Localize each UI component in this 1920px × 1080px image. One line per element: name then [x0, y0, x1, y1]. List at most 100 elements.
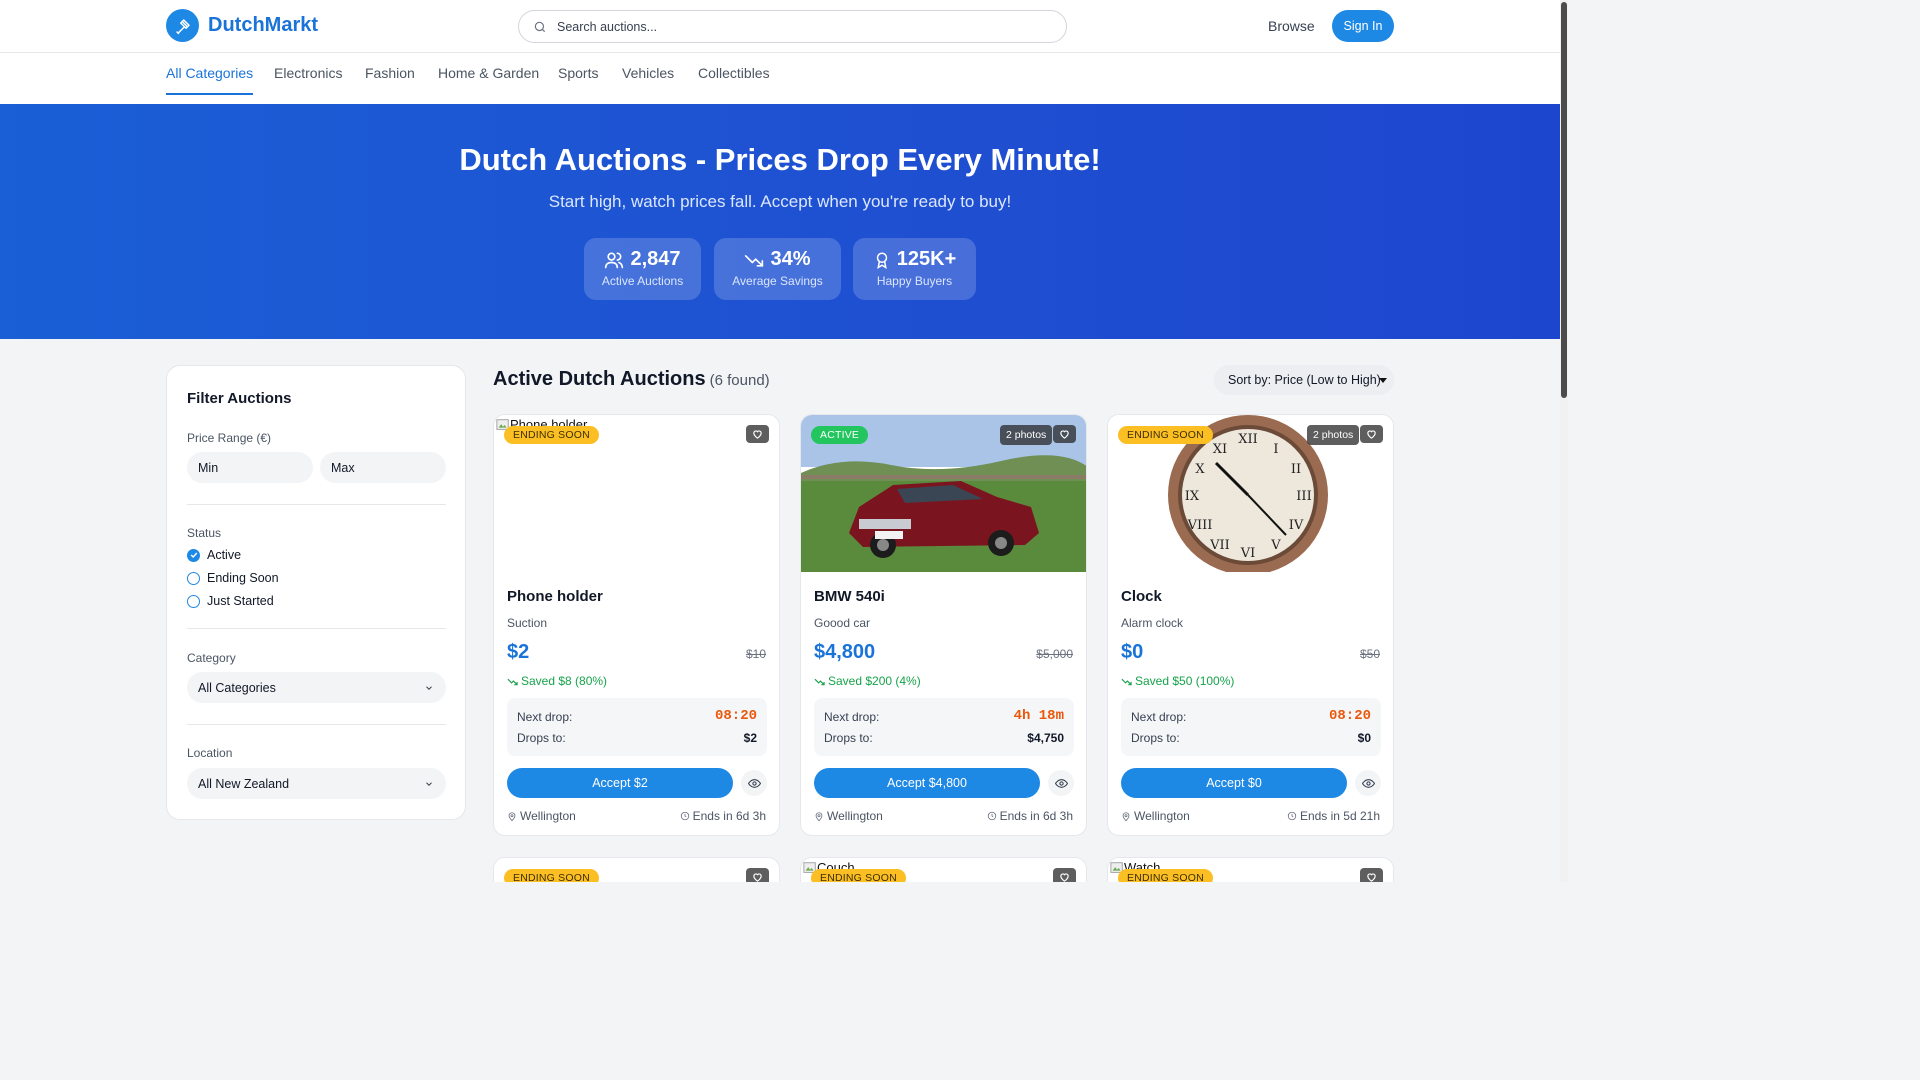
caret-down-icon	[1379, 378, 1387, 383]
clock-icon	[680, 811, 689, 821]
countdown-timer: 08:20	[714, 708, 757, 724]
status-just-started-option[interactable]: Just Started	[187, 594, 274, 608]
stat-average-savings: 34% Average Savings	[714, 238, 841, 300]
watch-button[interactable]	[1048, 770, 1074, 796]
auction-location: Wellington	[1121, 809, 1190, 823]
tab-vehicles[interactable]: Vehicles	[622, 65, 674, 93]
stat-happy-buyers: 125K+ Happy Buyers	[853, 238, 976, 300]
filter-panel: Filter Auctions Price Range (€) Status A…	[166, 365, 466, 820]
savings-text: Saved $200 (4%)	[814, 674, 921, 688]
browse-link[interactable]: Browse	[1268, 18, 1315, 34]
favorite-button[interactable]	[746, 425, 769, 443]
status-badge: ENDING SOON	[811, 869, 906, 882]
svg-text:XI: XI	[1213, 442, 1227, 457]
top-header: DutchMarkt Browse Sign In	[0, 0, 1560, 53]
svg-text:V: V	[1270, 538, 1281, 553]
location-select[interactable]: All New Zealand	[187, 768, 446, 799]
auction-image[interactable]: XII VI IX III I II IV V VII VIII X XI ENDING SOON…	[1108, 415, 1393, 572]
heart-icon	[1060, 873, 1069, 882]
svg-text:I: I	[1273, 442, 1278, 457]
stat-value: 2,847	[630, 248, 681, 270]
checked-radio-icon	[187, 548, 200, 562]
countdown-timer: 08:20	[1328, 708, 1371, 724]
auction-end-time: Ends in 6d 3h	[680, 809, 766, 823]
price-max-input[interactable]	[320, 452, 446, 483]
next-drop-label: Next drop:	[1131, 710, 1187, 724]
location-value: All New Zealand	[198, 776, 290, 791]
category-select[interactable]: All Categories	[187, 672, 446, 703]
accept-price-button[interactable]: Accept $0	[1121, 768, 1347, 798]
auction-card[interactable]: Couch ENDING SOON	[800, 857, 1087, 882]
search-bar[interactable]	[518, 10, 1067, 43]
map-pin-icon	[815, 811, 823, 821]
tab-all-categories[interactable]: All Categories	[166, 65, 254, 95]
auction-title[interactable]: Clock	[1121, 588, 1162, 605]
gavel-icon	[166, 9, 199, 42]
favorite-button[interactable]	[1360, 868, 1383, 882]
current-price: $4,800	[814, 641, 876, 663]
auction-description: Goood car	[814, 616, 871, 630]
svg-text:VII: VII	[1209, 538, 1230, 553]
current-price: $2	[507, 641, 530, 663]
svg-text:XII: XII	[1238, 432, 1258, 447]
watch-button[interactable]	[1355, 770, 1381, 796]
sign-in-button[interactable]: Sign In	[1332, 10, 1394, 42]
search-input[interactable]	[557, 19, 1037, 34]
hero-subtitle: Start high, watch prices fall. Accept wh…	[548, 192, 1012, 211]
original-price: $5,000	[1036, 647, 1073, 661]
auction-image[interactable]: Phone holder ENDING SOON	[494, 415, 779, 572]
price-min-input[interactable]	[187, 452, 313, 483]
watch-button[interactable]	[741, 770, 767, 796]
accept-price-button[interactable]: Accept $2	[507, 768, 733, 798]
heart-icon	[753, 873, 762, 882]
auction-image[interactable]: Couch ENDING SOON	[801, 858, 1086, 882]
page-scrollbar[interactable]	[1560, 0, 1568, 882]
tab-electronics[interactable]: Electronics	[274, 65, 342, 93]
sort-select[interactable]: Sort by: Price (Low to High)	[1214, 365, 1394, 395]
result-count: (6 found)	[709, 372, 770, 389]
svg-text:VI: VI	[1240, 546, 1256, 561]
favorite-button[interactable]	[1360, 425, 1383, 443]
category-nav: All Categories Electronics Fashion Home …	[0, 53, 1560, 104]
savings-text: Saved $8 (80%)	[507, 674, 607, 688]
auction-title[interactable]: BMW 540i	[814, 588, 885, 605]
tab-fashion[interactable]: Fashion	[365, 65, 415, 93]
auction-card[interactable]: ACTIVE 2 photos BMW 540i Goood car $4,80…	[800, 414, 1087, 836]
auction-image[interactable]: ACTIVE 2 photos	[801, 415, 1086, 572]
brand-logo[interactable]: DutchMarkt	[166, 9, 318, 42]
accept-price-button[interactable]: Accept $4,800	[814, 768, 1040, 798]
tab-collectibles[interactable]: Collectibles	[698, 65, 770, 93]
favorite-button[interactable]	[1053, 868, 1076, 882]
tab-sports[interactable]: Sports	[558, 65, 598, 93]
auction-image[interactable]: Watch ENDING SOON	[1108, 858, 1393, 882]
scrollbar-thumb[interactable]	[1561, 2, 1567, 398]
heart-icon	[1367, 430, 1376, 439]
chevron-down-icon	[426, 686, 432, 690]
auction-image[interactable]: ENDING SOON	[494, 858, 779, 882]
location-label: Location	[187, 746, 233, 760]
status-badge: ENDING SOON	[1118, 426, 1213, 444]
tab-home-garden[interactable]: Home & Garden	[438, 65, 539, 93]
auction-card[interactable]: Phone holder ENDING SOON Phone holder Su…	[493, 414, 780, 836]
eye-icon	[747, 778, 761, 788]
status-active-option[interactable]: Active	[187, 548, 241, 562]
auction-card[interactable]: ENDING SOON	[493, 857, 780, 882]
drops-to-price: $4,750	[1027, 731, 1064, 745]
stat-value: 34%	[770, 248, 811, 270]
price-range-label: Price Range (€)	[187, 431, 272, 445]
favorite-button[interactable]	[746, 868, 769, 882]
photo-count: 2 photos	[1307, 425, 1360, 445]
auction-title[interactable]: Phone holder	[507, 588, 603, 605]
clock-icon	[1287, 811, 1297, 821]
favorite-button[interactable]	[1053, 425, 1076, 443]
listing-title: Active Dutch Auctions	[493, 368, 706, 390]
countdown-timer: 4h 18m	[1013, 708, 1064, 724]
listing-heading: Active Dutch Auctions (6 found)	[493, 368, 770, 391]
award-icon	[876, 252, 887, 269]
eye-icon	[1361, 778, 1375, 788]
svg-text:IX: IX	[1185, 489, 1200, 504]
status-ending-soon-option[interactable]: Ending Soon	[187, 571, 279, 585]
category-value: All Categories	[198, 680, 276, 695]
auction-card[interactable]: XII VI IX III I II IV V VII VIII X XI ENDING SOON…	[1107, 414, 1394, 836]
auction-card[interactable]: Watch ENDING SOON	[1107, 857, 1394, 882]
